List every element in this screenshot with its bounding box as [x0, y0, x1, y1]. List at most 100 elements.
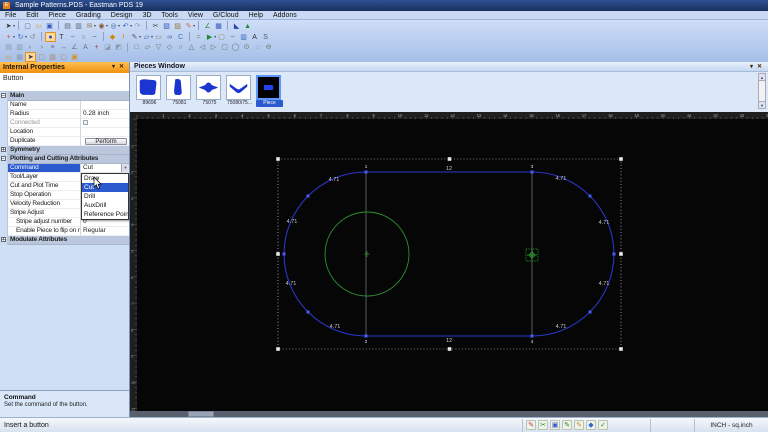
pieces-scrollbar[interactable]: ▲ ▼	[758, 73, 766, 109]
cut-tool-icon[interactable]: ✂	[538, 420, 548, 430]
outline-point[interactable]	[364, 334, 368, 338]
menu-grading[interactable]: Grading	[71, 11, 106, 19]
section-main[interactable]: − Main	[0, 92, 129, 101]
menu-help[interactable]: Help	[244, 11, 268, 19]
menu-addons[interactable]: Addons	[268, 11, 302, 19]
flip-horizontal-icon[interactable]: ◐	[25, 42, 36, 52]
property-value[interactable]	[81, 119, 129, 128]
sheet-2-icon[interactable]: ▧	[47, 52, 58, 62]
pencil-icon[interactable]: ✎	[129, 32, 140, 42]
new-document-icon[interactable]: ▢	[22, 21, 33, 31]
select-cursor-icon[interactable]: ➤	[3, 21, 14, 31]
outline-point[interactable]	[306, 194, 310, 198]
remove-icon[interactable]: −	[227, 32, 238, 42]
add-point-icon[interactable]: ○	[78, 32, 89, 42]
selection-handle[interactable]	[276, 252, 280, 256]
scroll-down-icon[interactable]: ▼	[759, 101, 765, 108]
command-dropdown-list[interactable]: Draw Cut Drill AuxDrill Reference Point	[81, 173, 129, 220]
outline-point[interactable]	[530, 334, 534, 338]
dropdown-item-draw[interactable]: Draw	[82, 174, 128, 183]
table-icon[interactable]: ▦	[213, 21, 224, 31]
property-value[interactable]: Perform	[81, 137, 129, 146]
menu-gcloud[interactable]: G/Cloud	[208, 11, 244, 19]
section-modulate-attributes[interactable]: + Modulate Attributes	[0, 236, 129, 245]
open-folder-icon[interactable]: ▭	[33, 21, 44, 31]
grade-chart-icon[interactable]: ▥	[14, 42, 25, 52]
annotate-icon[interactable]: A	[80, 42, 91, 52]
selection-handle[interactable]	[276, 157, 280, 161]
checkbox[interactable]	[83, 120, 88, 125]
email-icon[interactable]: ✉	[84, 21, 95, 31]
play-icon[interactable]: ▶	[204, 32, 215, 42]
ruler-tool-icon[interactable]: ◣	[231, 21, 242, 31]
selection-handle[interactable]	[276, 347, 280, 351]
workspace-grid-icon[interactable]: ▦	[14, 52, 25, 62]
sheet-1-icon[interactable]: ▢	[36, 52, 47, 62]
pin-icon[interactable]: ▾	[110, 62, 117, 73]
active-pointer-icon[interactable]: ➤	[25, 52, 36, 62]
piece-preview[interactable]	[166, 75, 191, 100]
outline-point[interactable]	[588, 194, 592, 198]
property-value[interactable]: Regular	[81, 227, 129, 236]
move-point-icon[interactable]: +	[3, 32, 14, 42]
check-icon[interactable]: ✓	[598, 420, 608, 430]
print-preview-icon[interactable]: ▥	[73, 21, 84, 31]
menu-piece[interactable]: Piece	[43, 11, 71, 19]
print-icon[interactable]: ▤	[62, 21, 73, 31]
shape-parallelogram-icon[interactable]: ▱	[142, 42, 153, 52]
piece-preview[interactable]	[196, 75, 221, 100]
menu-edit[interactable]: Edit	[21, 11, 43, 19]
property-row-location[interactable]: Location	[0, 128, 129, 137]
section-symmetry[interactable]: + Symmetry	[0, 146, 129, 155]
piece-preview[interactable]	[256, 75, 281, 100]
piece-preview[interactable]	[136, 75, 161, 100]
outline-point[interactable]	[612, 252, 616, 256]
copy-icon[interactable]: ▧	[161, 21, 172, 31]
property-value[interactable]	[81, 101, 129, 110]
summary-icon[interactable]: S	[260, 32, 271, 42]
shape-circle-icon[interactable]: ◯	[230, 42, 241, 52]
property-row-enable-piece-to-flip-on-marker[interactable]: Enable Piece to flip on markerRegular	[0, 227, 129, 236]
outline-point[interactable]	[282, 252, 286, 256]
dropdown-item-reference-point[interactable]: Reference Point	[82, 210, 128, 219]
property-row-name[interactable]: Name	[0, 101, 129, 110]
design-canvas[interactable]: 1234567891011121314151617181920212223241…	[130, 112, 768, 414]
layers-icon[interactable]: ▱	[141, 32, 152, 42]
sheet-icon[interactable]: ▢	[216, 32, 227, 42]
pages-icon[interactable]: ▥	[238, 32, 249, 42]
zoom-icon[interactable]: ◎	[108, 21, 119, 31]
property-value[interactable]	[81, 128, 129, 137]
selection-handle[interactable]	[447, 347, 452, 351]
text-tool-icon[interactable]: T	[56, 32, 67, 42]
property-row-command[interactable]: Command Cut ▼	[0, 164, 129, 173]
property-value[interactable]: Cut ▼	[81, 164, 129, 173]
outline-point[interactable]	[364, 170, 368, 174]
shape-oval-icon[interactable]: ◌	[252, 42, 263, 52]
piece-thumbnail-bowtie[interactable]: 75075	[196, 75, 223, 112]
measure-icon[interactable]: ∠	[202, 21, 213, 31]
piece-thumbnail-panel[interactable]: 75081	[166, 75, 193, 112]
combo-dropdown-icon[interactable]: ▼	[121, 164, 129, 172]
walk-piece-icon[interactable]: ▲	[242, 21, 253, 31]
mark-icon[interactable]: +	[91, 42, 102, 52]
sheet-3-icon[interactable]: ▢	[58, 52, 69, 62]
piece-thumbnail-rect[interactable]: Piece	[256, 75, 283, 112]
cut-icon[interactable]: ✂	[150, 21, 161, 31]
piece-thumbnail-blob[interactable]: 89696	[136, 75, 163, 112]
menu-tools[interactable]: Tools	[157, 11, 183, 19]
perform-button[interactable]: Perform	[85, 137, 127, 145]
window-tool-icon[interactable]: ▭	[153, 32, 164, 42]
add-button-icon[interactable]: ●	[45, 31, 57, 42]
grade-table-icon[interactable]: ▤	[3, 42, 14, 52]
dropdown-item-auxdrill[interactable]: AuxDrill	[82, 201, 128, 210]
property-row-connected[interactable]: Connected	[0, 119, 129, 128]
workspace-folder-icon[interactable]: ▭	[3, 52, 14, 62]
close-icon[interactable]: ✕	[117, 62, 126, 73]
lock-icon[interactable]: ◆	[107, 32, 118, 42]
curve-tool-icon[interactable]: ~	[89, 32, 100, 42]
selection-handle[interactable]	[447, 157, 452, 161]
paste-icon[interactable]: ▨	[172, 21, 183, 31]
canvas-background[interactable]	[130, 112, 768, 411]
smooth-icon[interactable]: ↺	[27, 32, 38, 42]
menu-3d[interactable]: 3D	[138, 11, 157, 19]
